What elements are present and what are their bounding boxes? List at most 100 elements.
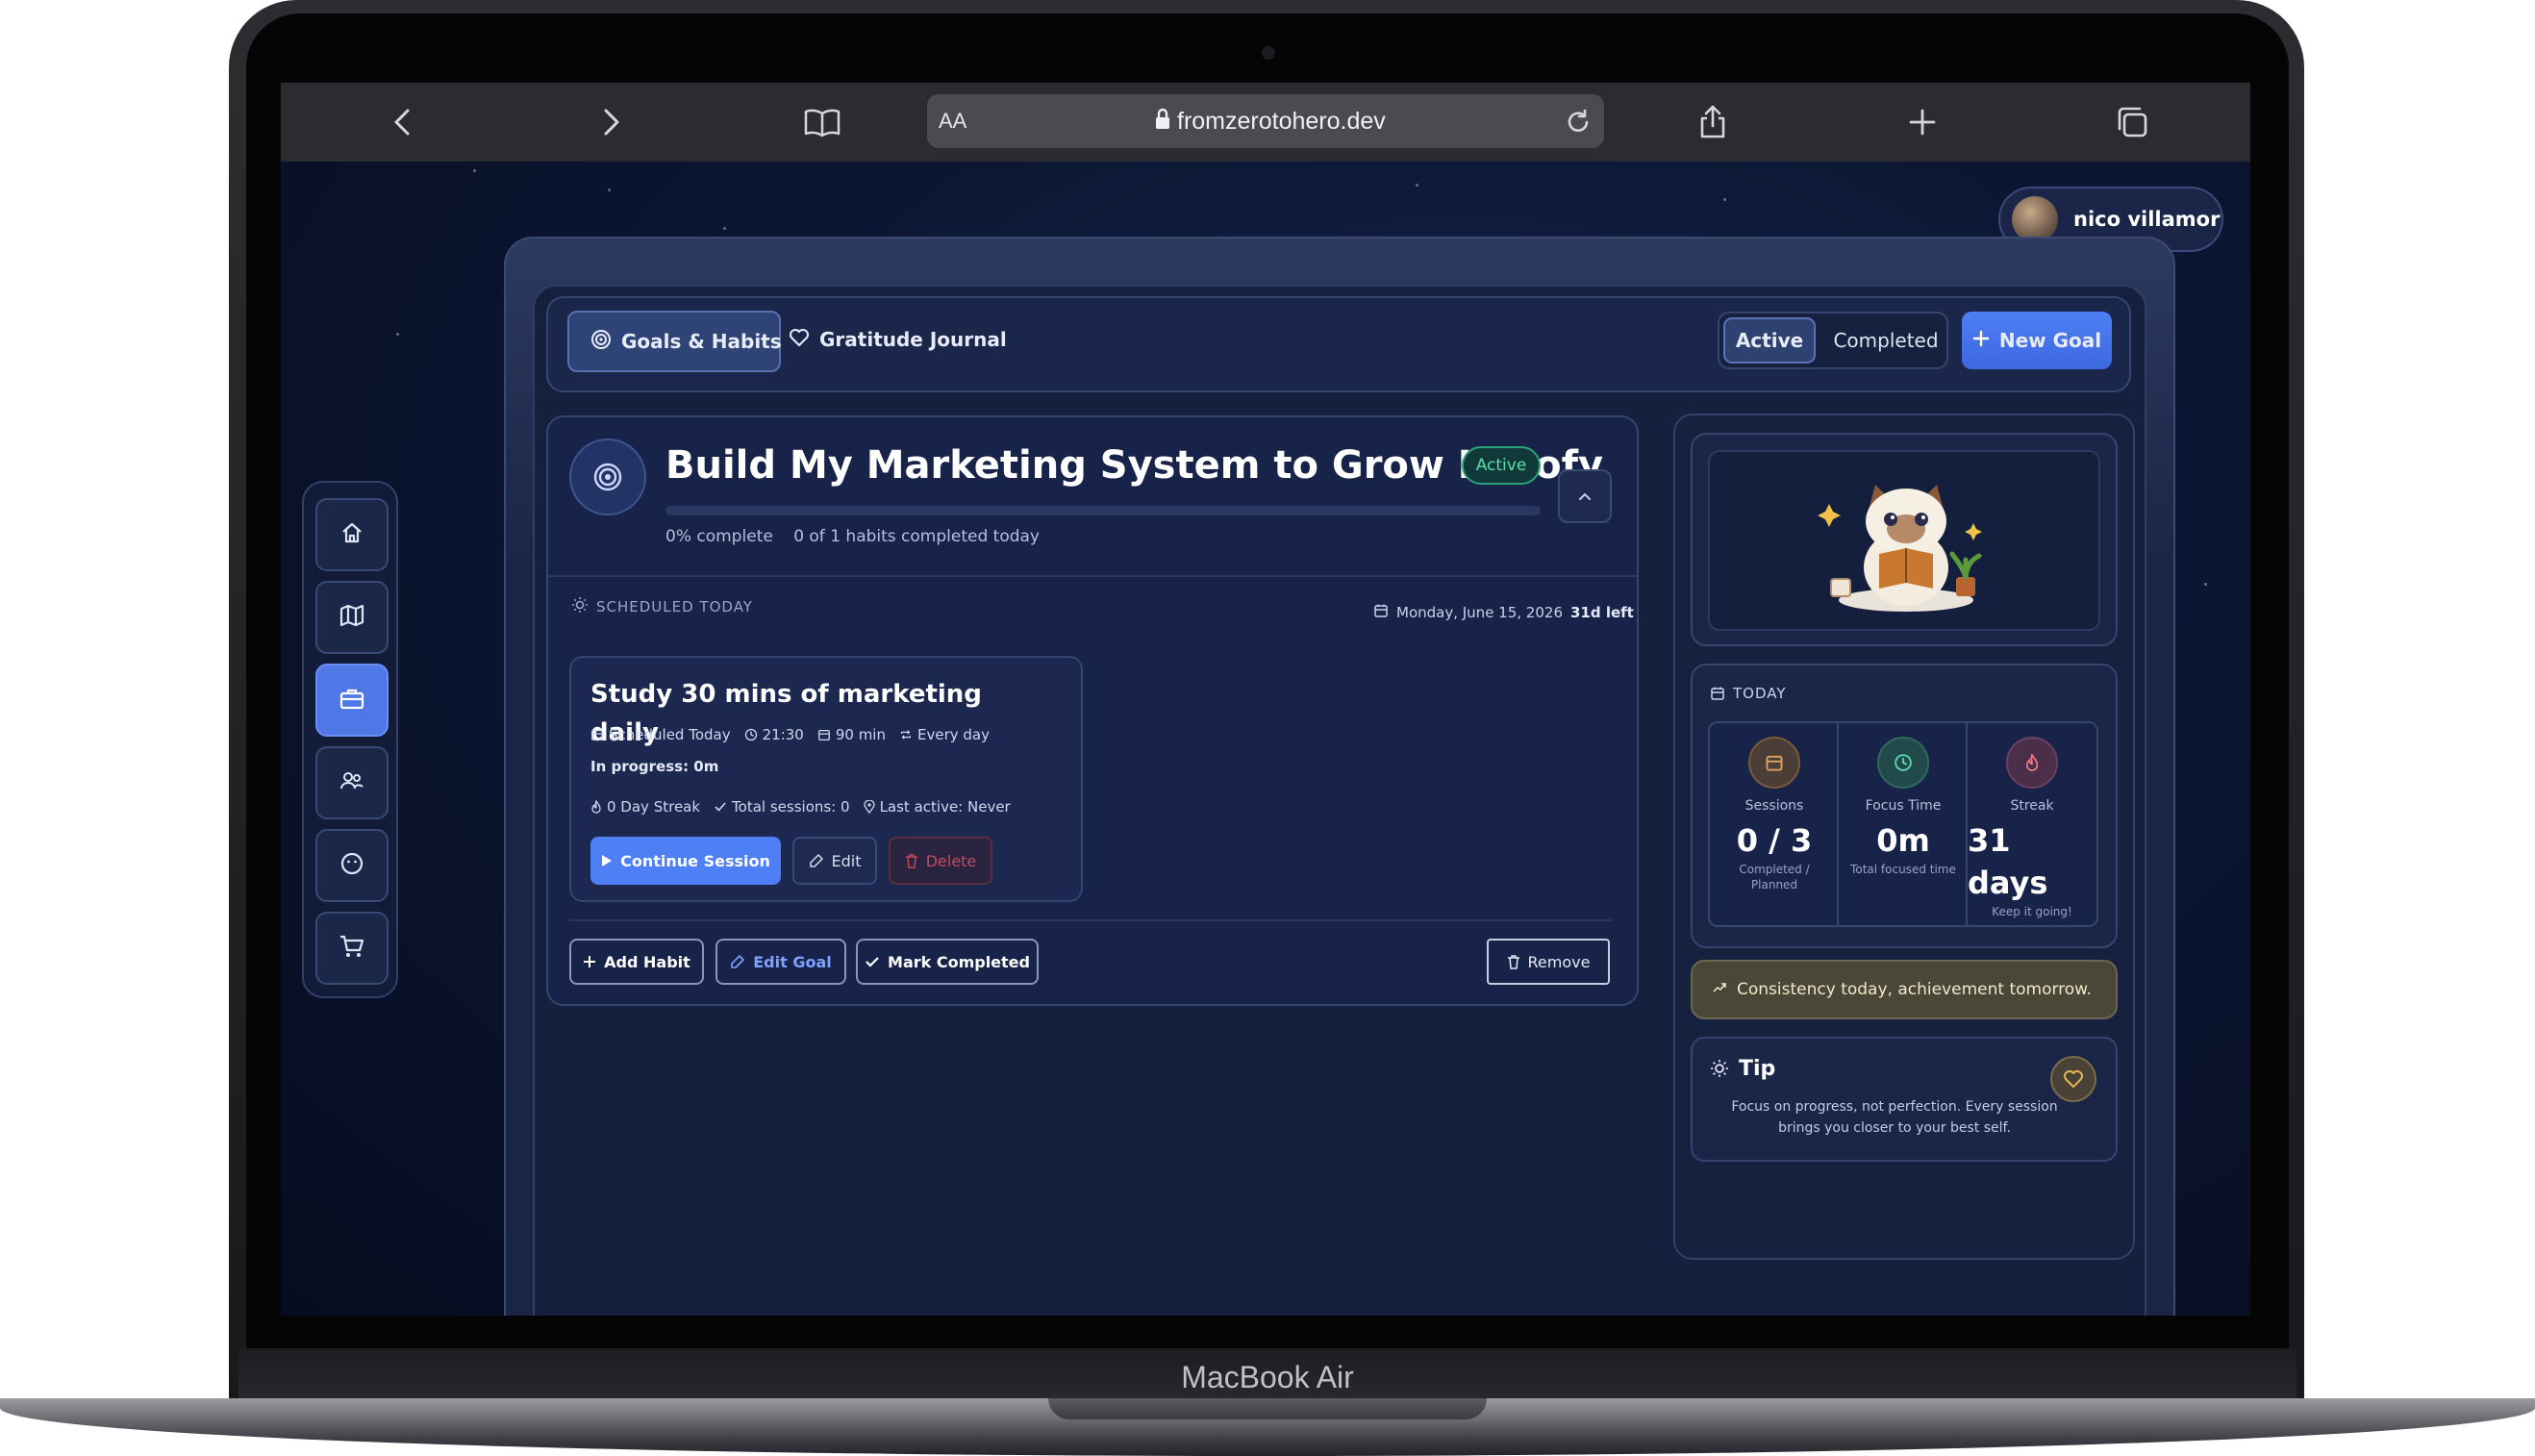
habit-last-active-label: Last active: Never	[879, 798, 1011, 816]
tab-journal-label: Gratitude Journal	[819, 328, 1007, 351]
goal-progress-bar	[665, 506, 1541, 515]
edit-habit-button[interactable]: Edit	[792, 837, 877, 885]
laptop-notch	[1048, 1398, 1487, 1419]
filter-active-button[interactable]: Active	[1723, 317, 1816, 364]
new-goal-label: New Goal	[1998, 329, 2102, 352]
clock-icon	[1877, 737, 1929, 789]
delete-habit-button[interactable]: Delete	[889, 837, 992, 885]
sidebar-item-profile[interactable]	[315, 829, 389, 902]
target-icon	[590, 329, 612, 355]
delete-habit-label: Delete	[925, 851, 977, 870]
tab-goals-habits[interactable]: Goals & Habits	[567, 311, 782, 372]
scheduled-today-label: SCHEDULED TODAY	[596, 598, 753, 615]
plus-icon	[584, 956, 596, 967]
stat-sessions-sub: Completed / Planned	[1739, 863, 1810, 891]
tab-goals-label: Goals & Habits	[621, 330, 782, 353]
stat-focus-sub: Total focused time	[1850, 863, 1956, 876]
cart-icon	[339, 934, 365, 963]
sun-icon	[571, 596, 589, 617]
heart-icon	[789, 328, 810, 352]
sidebar-item-map[interactable]	[315, 581, 389, 654]
play-icon	[602, 855, 613, 866]
favorite-tip-button[interactable]	[2050, 1056, 2096, 1102]
trend-icon	[1712, 980, 1727, 999]
deadline-date: Monday, June 15, 2026	[1396, 604, 1563, 621]
sidebar-item-shop[interactable]	[315, 912, 389, 985]
habit-time: 21:30	[744, 726, 804, 743]
filter-completed-button[interactable]: Completed	[1829, 317, 1943, 364]
edit-goal-label: Edit Goal	[753, 952, 832, 971]
habit-streak: 0 Day Streak	[590, 798, 700, 816]
clock-icon	[744, 728, 757, 741]
check-icon	[866, 957, 879, 967]
tip-text: Focus on progress, not perfection. Every…	[1731, 1099, 2058, 1136]
calendar-icon	[591, 729, 603, 741]
habit-streak-label: 0 Day Streak	[607, 798, 701, 816]
stat-sessions-label: Sessions	[1744, 798, 1804, 814]
sun-icon	[1711, 1060, 1728, 1077]
habit-in-progress: In progress: 0m	[590, 758, 719, 775]
habit-time-label: 21:30	[762, 726, 804, 743]
progress-label: 0% complete	[665, 527, 773, 546]
divider	[548, 575, 1637, 577]
today-header: TODAY	[1710, 681, 1902, 706]
check-icon	[715, 802, 726, 812]
flame-icon	[591, 800, 601, 814]
goal-deadline: Monday, June 15, 2026 31d left	[1373, 600, 1634, 625]
device-label: MacBook Air	[1181, 1360, 1354, 1394]
stat-streak-value: 31 days	[1968, 822, 2048, 901]
mark-completed-button[interactable]: Mark Completed	[856, 939, 1039, 985]
add-habit-label: Add Habit	[604, 952, 690, 971]
tab-gratitude-journal[interactable]: Gratitude Journal	[785, 311, 1007, 368]
sidebar-item-home[interactable]	[315, 498, 389, 571]
stat-streak-sub: Keep it going!	[1992, 905, 2072, 918]
mascot-frame	[1708, 450, 2100, 631]
goal-target-icon	[569, 439, 646, 515]
stat-focus-time: Focus Time 0m Total focused time	[1839, 723, 1968, 925]
edit-habit-label: Edit	[831, 851, 862, 870]
quote-text: Consistency today, achievement tomorrow.	[1737, 980, 2092, 999]
map-icon	[339, 603, 365, 632]
repeat-icon	[901, 730, 911, 740]
briefcase-icon	[339, 686, 365, 715]
habit-title: Study 30 mins of marketing daily	[590, 680, 982, 747]
habits-today-label: 0 of 1 habits completed today	[793, 527, 1040, 546]
habit-duration-label: 90 min	[835, 726, 886, 743]
calendar-icon	[817, 729, 830, 741]
sidebar-item-goals[interactable]	[315, 664, 389, 737]
plus-icon	[1972, 329, 1990, 352]
tip-header: Tip	[1710, 1052, 1902, 1085]
app-viewport: Goals & Habits Gratitude Journal Active …	[281, 83, 2250, 1316]
sidebar-item-community[interactable]	[315, 746, 389, 819]
stat-sessions: Sessions 0 / 3 Completed / Planned	[1710, 723, 1839, 925]
mark-completed-label: Mark Completed	[888, 952, 1030, 971]
goal-title: Build My Marketing System to Grow Herofy	[665, 443, 1604, 488]
days-left: 31d left	[1569, 604, 1634, 621]
edit-goal-button[interactable]: Edit Goal	[715, 939, 846, 985]
new-goal-button[interactable]: New Goal	[1962, 312, 2112, 369]
cat-mascot-icon	[1818, 485, 1982, 612]
smiley-icon	[339, 851, 364, 880]
continue-session-button[interactable]: Continue Session	[590, 837, 781, 885]
pin-icon	[863, 800, 875, 814]
trash-icon	[905, 854, 917, 868]
habit-stats: 0 Day Streak Total sessions: 0 Last acti…	[590, 794, 1071, 819]
status-badge: Active	[1462, 446, 1541, 485]
motivation-quote: Consistency today, achievement tomorrow.	[1691, 960, 2118, 1019]
stat-streak: Streak 31 days Keep it going!	[1968, 723, 2096, 925]
trash-icon	[1507, 955, 1519, 969]
habit-total-sessions: Total sessions: 0	[714, 798, 850, 816]
heart-icon	[2064, 1070, 2083, 1088]
add-habit-button[interactable]: Add Habit	[569, 939, 704, 985]
goal-progress-text: 0% complete 0 of 1 habits completed toda…	[665, 527, 1069, 556]
habit-duration: 90 min	[817, 726, 886, 743]
habit-total-sessions-label: Total sessions: 0	[732, 798, 850, 816]
habit-scheduled: Scheduled Today	[590, 726, 731, 743]
calendar-icon	[1748, 737, 1800, 789]
continue-session-label: Continue Session	[620, 851, 770, 870]
habit-frequency: Every day	[899, 726, 990, 743]
remove-goal-label: Remove	[1527, 952, 1591, 971]
remove-goal-button[interactable]: Remove	[1487, 939, 1610, 985]
collapse-button[interactable]	[1558, 469, 1612, 523]
stat-focus-label: Focus Time	[1865, 798, 1942, 814]
